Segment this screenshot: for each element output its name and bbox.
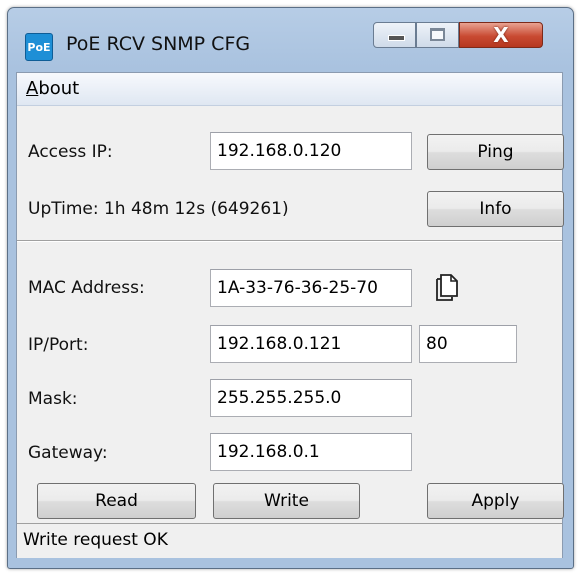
gateway-label: Gateway:	[28, 443, 108, 463]
close-icon: X	[493, 23, 509, 47]
uptime-text: UpTime: 1h 48m 12s (649261)	[28, 199, 289, 219]
status-bar: Write request OK	[17, 523, 562, 558]
maximize-button[interactable]	[416, 22, 459, 48]
ip-address-field[interactable]: 192.168.0.121	[210, 325, 412, 363]
menu-about-label: bout	[38, 78, 80, 99]
gateway-field[interactable]: 192.168.0.1	[210, 433, 412, 471]
client-area: About Access IP: 192.168.0.120 Ping UpTi…	[16, 72, 564, 558]
ip-port-label: IP/Port:	[28, 335, 89, 355]
read-button[interactable]: Read	[37, 483, 196, 519]
mac-address-label: MAC Address:	[28, 278, 145, 298]
minimize-button[interactable]	[373, 22, 416, 48]
menu-bar: About	[17, 73, 562, 106]
maximize-icon	[430, 28, 445, 41]
access-ip-label: Access IP:	[28, 142, 113, 162]
section-divider	[17, 240, 562, 242]
close-button[interactable]: X	[459, 22, 543, 48]
window-title: PoE RCV SNMP CFG	[66, 33, 251, 55]
app-window: PoE PoE RCV SNMP CFG X About Access IP: …	[7, 7, 574, 569]
menu-about[interactable]: About	[26, 78, 79, 99]
mac-address-field[interactable]: 1A-33-76-36-25-70	[210, 269, 412, 307]
status-text: Write request OK	[23, 530, 168, 550]
port-field[interactable]: 80	[419, 325, 517, 363]
copy-icon[interactable]	[434, 273, 460, 303]
ping-button[interactable]: Ping	[427, 134, 564, 170]
mask-field[interactable]: 255.255.255.0	[210, 379, 412, 417]
apply-button[interactable]: Apply	[427, 483, 564, 519]
write-button[interactable]: Write	[213, 483, 360, 519]
minimize-icon	[388, 35, 405, 41]
info-button[interactable]: Info	[427, 191, 564, 227]
title-bar[interactable]: PoE PoE RCV SNMP CFG X	[8, 8, 573, 72]
menu-about-mnemonic: A	[26, 78, 39, 99]
poe-app-icon[interactable]: PoE	[25, 33, 53, 61]
access-ip-input[interactable]: 192.168.0.120	[210, 132, 412, 170]
mask-label: Mask:	[28, 389, 78, 409]
